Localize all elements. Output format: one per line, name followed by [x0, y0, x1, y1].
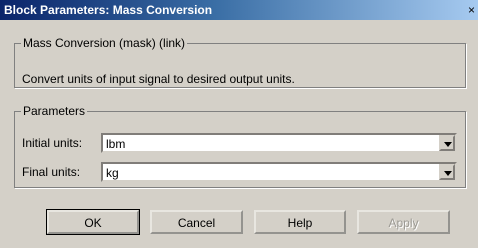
- mask-description-group: Mass Conversion (mask) (link) Convert un…: [14, 36, 466, 88]
- final-units-select[interactable]: kg: [101, 162, 457, 182]
- final-units-label: Final units:: [22, 165, 81, 179]
- ok-button[interactable]: OK: [46, 209, 140, 235]
- window-title: Block Parameters: Mass Conversion: [4, 3, 213, 17]
- close-icon[interactable]: ×: [468, 4, 475, 16]
- final-units-value: kg: [106, 166, 119, 180]
- initial-units-dropdown-button[interactable]: [439, 135, 455, 151]
- parameters-legend: Parameters: [23, 104, 86, 118]
- cancel-button[interactable]: Cancel: [150, 210, 243, 234]
- block-parameters-dialog: Block Parameters: Mass Conversion × Mass…: [0, 0, 478, 248]
- apply-button: Apply: [357, 210, 450, 234]
- parameters-group: Parameters Initial units: lbm Final unit…: [14, 104, 466, 188]
- initial-units-label: Initial units:: [22, 136, 83, 150]
- initial-units-select[interactable]: lbm: [101, 133, 457, 153]
- final-units-dropdown-button[interactable]: [439, 164, 455, 180]
- mask-description: Convert units of input signal to desired…: [22, 72, 295, 86]
- chevron-down-icon: [444, 142, 452, 147]
- chevron-down-icon: [444, 171, 452, 176]
- initial-units-value: lbm: [106, 137, 126, 151]
- title-bar[interactable]: Block Parameters: Mass Conversion ×: [0, 0, 478, 20]
- mask-group-legend: Mass Conversion (mask) (link): [23, 36, 186, 50]
- help-button[interactable]: Help: [254, 210, 346, 234]
